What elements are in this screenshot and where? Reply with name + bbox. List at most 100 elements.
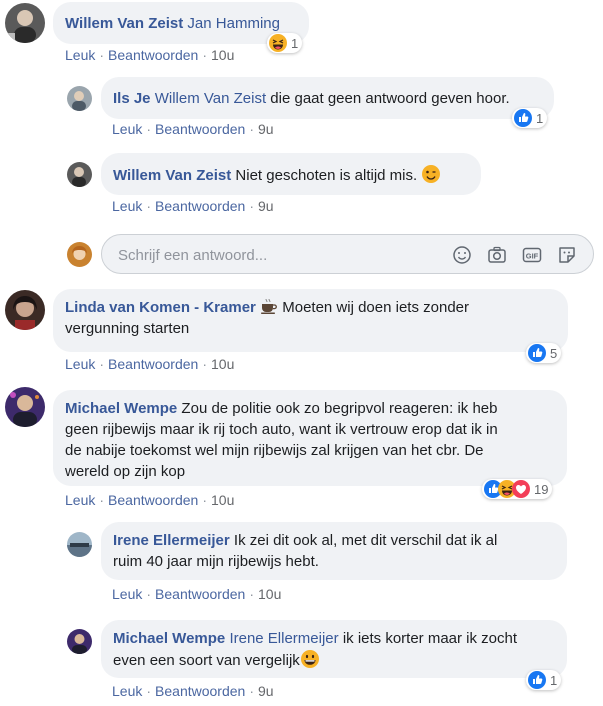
emoji-icon[interactable]	[451, 244, 473, 266]
separator-dot: ·	[202, 47, 207, 63]
comment-mention[interactable]: Irene Ellermeijer	[229, 630, 338, 647]
comment-time[interactable]: 9u	[258, 683, 274, 699]
comment-actions: Leuk · Beantwoorden · 10u	[112, 586, 281, 602]
reaction-count: 5	[550, 345, 558, 361]
comment-time[interactable]: 9u	[258, 198, 274, 214]
reply-box: GIF	[101, 234, 594, 275]
comment-actions: Leuk · Beantwoorden · 10u	[65, 492, 234, 508]
comment-bubble: Linda van Komen - Kramer Moeten wij doen…	[53, 289, 568, 352]
separator-dot: ·	[99, 356, 105, 372]
comment-mention[interactable]: Jan Hamming	[187, 15, 280, 32]
separator-dot: ·	[249, 198, 254, 214]
separator-dot: ·	[202, 356, 207, 372]
avatar[interactable]	[67, 532, 92, 557]
current-user-avatar[interactable]	[67, 242, 92, 267]
like-link[interactable]: Leuk	[65, 356, 95, 372]
like-link[interactable]: Leuk	[65, 492, 95, 508]
reaction-count: 1	[291, 35, 299, 51]
reaction-summary[interactable]: 19	[482, 479, 553, 499]
comment-text-line: ik iets korter maar ik zocht	[338, 630, 518, 647]
avatar[interactable]	[5, 290, 45, 330]
comment-actions: Leuk · Beantwoorden · 10u	[65, 47, 234, 63]
comment-text: die gaat geen antwoord geven hoor.	[266, 90, 510, 107]
grin-emoji-icon	[300, 650, 319, 668]
like-link[interactable]: Leuk	[112, 586, 142, 602]
reaction-count: 1	[550, 672, 558, 688]
reply-input[interactable]	[116, 235, 440, 275]
like-link[interactable]: Leuk	[112, 198, 142, 214]
reaction-summary[interactable]: 1	[526, 670, 562, 690]
comment-text-line: de nabije toekomst wel mijn rijbewijs za…	[65, 442, 484, 459]
coffee-icon	[261, 298, 277, 314]
comment-actions: Leuk · Beantwoorden · 10u	[65, 356, 234, 372]
comment-author[interactable]: Michael Wempe	[113, 630, 225, 647]
reply-link[interactable]: Beantwoorden	[155, 121, 245, 137]
reaction-summary[interactable]: 5	[526, 343, 562, 363]
comment-actions: Leuk · Beantwoorden · 9u	[112, 683, 274, 699]
reply-link[interactable]: Beantwoorden	[108, 492, 198, 508]
comment-time[interactable]: 10u	[258, 586, 281, 602]
love-reaction-icon	[512, 480, 530, 498]
comment-actions: Leuk · Beantwoorden · 9u	[112, 198, 274, 214]
reaction-summary[interactable]: 1	[267, 33, 303, 53]
comment-text-line: ruim 40 jaar mijn rijbewijs hebt.	[113, 553, 319, 570]
reaction-count: 1	[536, 110, 544, 126]
avatar[interactable]	[67, 86, 92, 111]
comment-text-line: wereld op zijn kop	[65, 463, 186, 480]
comment-text-line: Ik zei dit ook al, met dit verschil dat …	[229, 532, 498, 549]
comment-author[interactable]: Irene Ellermeijer	[113, 532, 230, 549]
comment-author[interactable]: Willem Van Zeist	[65, 15, 183, 32]
reply-link[interactable]: Beantwoorden	[155, 586, 245, 602]
reaction-summary[interactable]: 1	[512, 108, 548, 128]
svg-text:GIF: GIF	[526, 252, 539, 261]
like-reaction-icon	[514, 109, 532, 127]
sticker-icon[interactable]	[556, 244, 578, 266]
comment-time[interactable]: 10u	[211, 47, 234, 63]
comment-text-line: vergunning starten	[65, 320, 190, 337]
avatar[interactable]	[5, 3, 45, 43]
reaction-count: 19	[534, 481, 549, 497]
comment-bubble: Irene Ellermeijer Ik zei dit ook al, met…	[101, 522, 567, 580]
reply-link[interactable]: Beantwoorden	[155, 683, 245, 699]
separator-dot: ·	[249, 586, 254, 602]
like-reaction-icon	[528, 344, 546, 362]
like-link[interactable]: Leuk	[65, 47, 95, 63]
avatar[interactable]	[67, 162, 92, 187]
comment-time[interactable]: 9u	[258, 121, 274, 137]
comment-text-line: geen rijbewijs maar ik rij toch auto, wa…	[65, 421, 498, 438]
gif-icon[interactable]: GIF	[521, 244, 543, 266]
comment-author[interactable]: Willem Van Zeist	[113, 167, 231, 184]
haha-reaction-icon	[269, 34, 287, 52]
separator-dot: ·	[146, 121, 152, 137]
comment-author[interactable]: Michael Wempe	[65, 400, 177, 417]
avatar[interactable]	[67, 629, 92, 654]
comment-author[interactable]: Ils Je	[113, 90, 151, 107]
avatar[interactable]	[5, 387, 45, 427]
separator-dot: ·	[99, 492, 105, 508]
comment-author[interactable]: Linda van Komen - Kramer	[65, 299, 256, 316]
comment-time[interactable]: 10u	[211, 492, 234, 508]
comment-actions: Leuk · Beantwoorden · 9u	[112, 121, 274, 137]
reply-link[interactable]: Beantwoorden	[108, 47, 198, 63]
separator-dot: ·	[146, 586, 152, 602]
reply-link[interactable]: Beantwoorden	[155, 198, 245, 214]
comment-text-line: Zou de politie ook zo begripvol reageren…	[177, 400, 498, 417]
comment-text-line: even een soort van vergelijk	[113, 652, 300, 669]
comment-mention[interactable]: Willem Van Zeist	[155, 90, 266, 107]
like-link[interactable]: Leuk	[112, 121, 142, 137]
separator-dot: ·	[146, 198, 152, 214]
comment-bubble: Michael Wempe Irene Ellermeijer ik iets …	[101, 620, 567, 678]
comment-bubble: Ils Je Willem Van Zeist die gaat geen an…	[101, 77, 554, 119]
comment-bubble: Michael Wempe Zou de politie ook zo begr…	[53, 390, 567, 486]
comment-time[interactable]: 10u	[211, 356, 234, 372]
comment-text: Niet geschoten is altijd mis.	[231, 167, 422, 184]
like-link[interactable]: Leuk	[112, 683, 142, 699]
reply-link[interactable]: Beantwoorden	[108, 356, 198, 372]
separator-dot: ·	[99, 47, 105, 63]
comment-text-line: Moeten wij doen iets zonder	[278, 299, 470, 316]
camera-icon[interactable]	[486, 244, 508, 266]
wink-emoji-icon	[422, 165, 441, 183]
separator-dot: ·	[146, 683, 152, 699]
like-reaction-icon	[528, 671, 546, 689]
separator-dot: ·	[249, 683, 254, 699]
